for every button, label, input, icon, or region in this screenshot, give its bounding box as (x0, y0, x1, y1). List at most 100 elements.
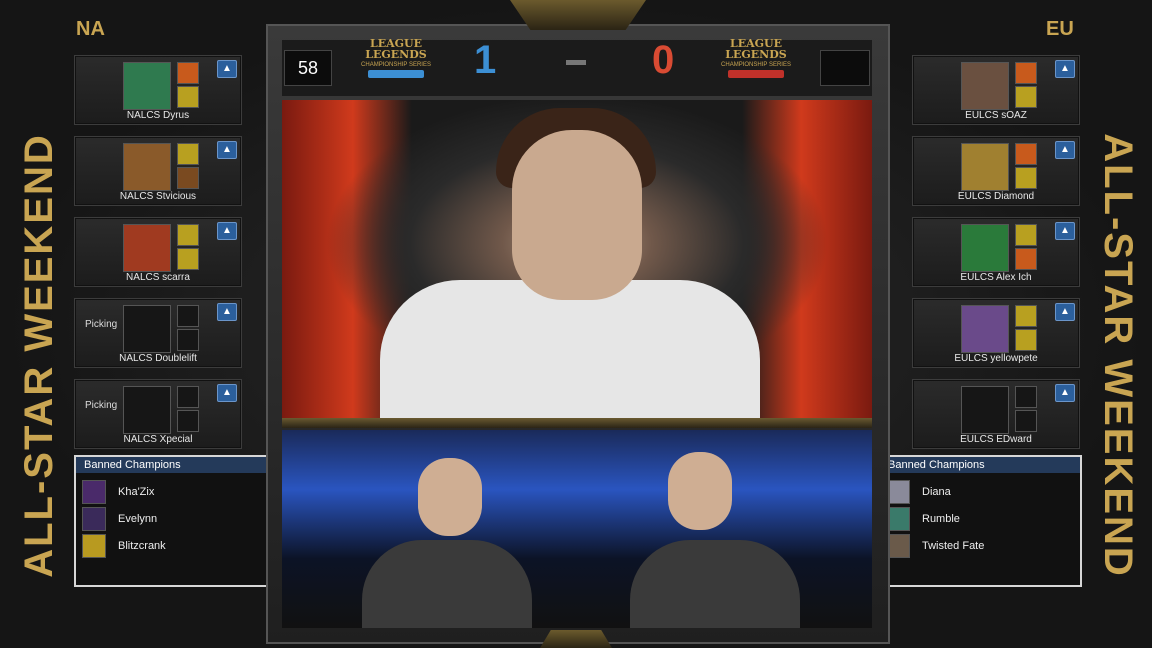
player-card: ▲ NALCS scarra (74, 217, 242, 287)
summoner-spell-icon (1015, 329, 1037, 351)
summoner-spell-icon (177, 329, 199, 351)
champion-portrait (961, 143, 1009, 191)
champion-icon (82, 480, 106, 504)
player-profile-icon[interactable]: ▲ (217, 222, 237, 240)
ban-champion-name: Diana (922, 486, 951, 498)
top-ornament (510, 0, 646, 30)
eu-ban-item: Rumble (886, 507, 960, 531)
champion-portrait (961, 62, 1009, 110)
caster-right-head (668, 452, 732, 530)
player-name: EULCS Diamond (957, 191, 1035, 202)
player-profile-icon[interactable]: ▲ (217, 303, 237, 321)
summoner-spell-icon (177, 62, 199, 84)
banner-text-left: ALL-STAR WEEKEND (16, 132, 61, 578)
ban-panel-header: Banned Champions (76, 457, 276, 473)
logo-ribbon (368, 70, 424, 78)
summoner-spell-icon (177, 143, 199, 165)
player-name: NALCS Dyrus (126, 110, 190, 121)
eu-ban-item: Diana (886, 480, 951, 504)
bottom-ornament (540, 630, 612, 648)
player-card: ▲ NALCS Stvicious (74, 136, 242, 206)
player-card: ▲ NALCS Dyrus (74, 55, 242, 125)
player-profile-icon[interactable]: ▲ (1055, 60, 1075, 78)
pick-status-label: Picking (85, 400, 118, 411)
summoner-spell-icon (177, 410, 199, 432)
summoner-spell-icon (177, 167, 199, 189)
champion-portrait (961, 386, 1009, 434)
player-profile-icon[interactable]: ▲ (217, 60, 237, 78)
champion-portrait (961, 224, 1009, 272)
champion-portrait (123, 224, 171, 272)
summoner-spell-icon (1015, 224, 1037, 246)
ban-champion-name: Evelynn (118, 513, 158, 525)
player-name: NALCS Doublelift (119, 353, 197, 364)
player-card: ▲ EULCS Alex Ich (912, 217, 1080, 287)
player-profile-icon[interactable]: ▲ (1055, 303, 1075, 321)
all-star-banner-right: ALL-STAR WEEKEND (1092, 130, 1142, 580)
champion-portrait (123, 305, 171, 353)
summoner-spell-icon (177, 305, 199, 327)
ban-panel-header: Banned Champions (880, 457, 1080, 473)
player-profile-icon[interactable]: ▲ (1055, 141, 1075, 159)
na-banned-champions-panel: Banned Champions Kha'Zix Evelynn Blitzcr… (74, 455, 278, 587)
summoner-spell-icon (177, 86, 199, 108)
player-profile-icon[interactable]: ▲ (1055, 222, 1075, 240)
summoner-spell-icon (1015, 248, 1037, 270)
summoner-spell-icon (1015, 386, 1037, 408)
champion-portrait (123, 386, 171, 434)
caster-left-head (418, 458, 482, 536)
ban-champion-name: Blitzcrank (118, 540, 166, 552)
logo-line2: LEGENDS (365, 48, 427, 61)
player-name: EULCS EDward (960, 434, 1032, 445)
score-separator (566, 60, 586, 65)
summoner-spell-icon (1015, 167, 1037, 189)
champion-icon (82, 507, 106, 531)
region-label-na: NA (76, 18, 105, 40)
all-star-banner-left: ALL-STAR WEEKEND (14, 130, 64, 580)
na-score: 1 (474, 38, 497, 82)
player-profile-icon[interactable]: ▲ (217, 141, 237, 159)
eu-score: 0 (652, 38, 675, 82)
summoner-spell-icon (177, 386, 199, 408)
lcs-na-logo: LEAGUE LEGENDS CHAMPIONSHIP SERIES (360, 38, 432, 88)
player-profile-icon[interactable]: ▲ (217, 384, 237, 402)
player-name: EULCS Alex Ich (960, 272, 1032, 283)
logo-sub: CHAMPIONSHIP SERIES (361, 62, 431, 68)
logo-line2: LEGENDS (725, 48, 787, 61)
player-name: NALCS Stvicious (119, 191, 197, 202)
player-profile-icon[interactable]: ▲ (1055, 384, 1075, 402)
champion-portrait (123, 62, 171, 110)
caster-left-body (362, 540, 532, 628)
player-card: ▲ EULCS Diamond (912, 136, 1080, 206)
eu-ban-item: Twisted Fate (886, 534, 985, 558)
na-ban-item: Evelynn (82, 507, 158, 531)
player-card: ▲ EULCS sOAZ (912, 55, 1080, 125)
player-face (512, 130, 642, 300)
summoner-spell-icon (177, 248, 199, 270)
player-card: ▲ EULCS yellowpete (912, 298, 1080, 368)
ban-champion-name: Rumble (922, 513, 960, 525)
player-name: EULCS yellowpete (954, 353, 1038, 364)
ban-champion-name: Twisted Fate (922, 540, 985, 552)
pick-status-label: Picking (85, 319, 118, 330)
pick-timer: 58 (284, 50, 332, 86)
summoner-spell-icon (1015, 62, 1037, 84)
player-name: NALCS scarra (126, 272, 190, 283)
summoner-spell-icon (1015, 305, 1037, 327)
logo-ribbon (728, 70, 784, 78)
logo-sub: CHAMPIONSHIP SERIES (721, 62, 791, 68)
right-info-box (820, 50, 870, 86)
summoner-spell-icon (1015, 143, 1037, 165)
caster-right-body (630, 540, 800, 628)
na-ban-item: Kha'Zix (82, 480, 155, 504)
champion-portrait (123, 143, 171, 191)
banner-text-right: ALL-STAR WEEKEND (1095, 132, 1140, 578)
region-label-eu: EU (1046, 18, 1074, 40)
summoner-spell-icon (177, 224, 199, 246)
ban-champion-name: Kha'Zix (118, 486, 155, 498)
summoner-spell-icon (1015, 86, 1037, 108)
player-card: ▲ Picking NALCS Xpecial (74, 379, 242, 449)
camera-divider (282, 418, 872, 428)
summoner-spell-icon (1015, 410, 1037, 432)
player-name: NALCS Xpecial (123, 434, 193, 445)
